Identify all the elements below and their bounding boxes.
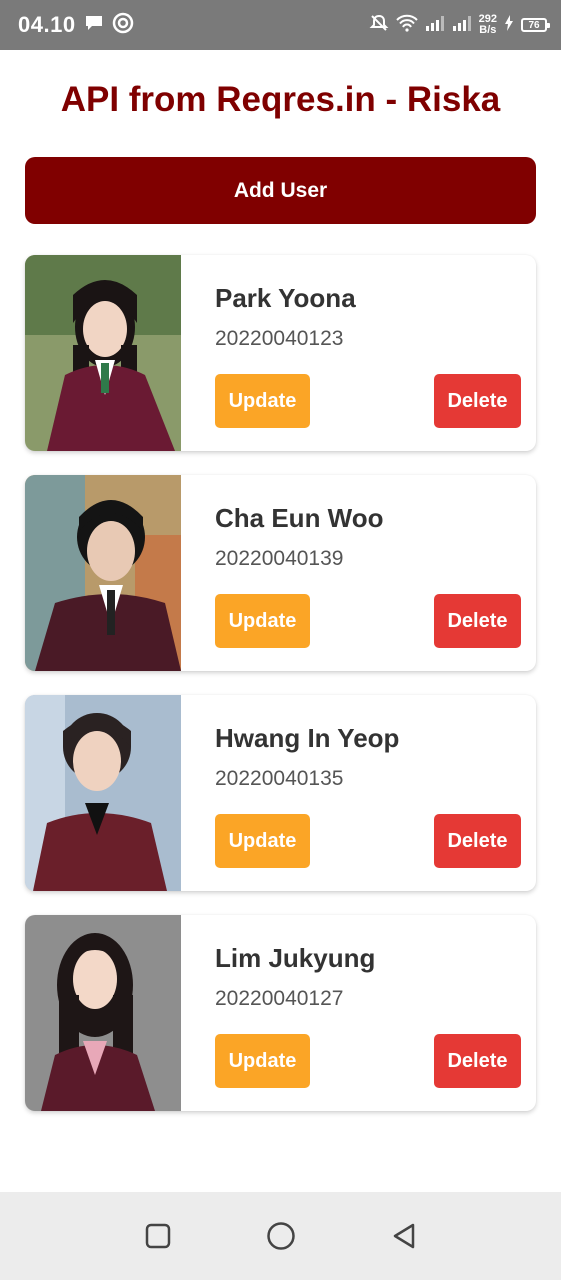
user-card: Lim Jukyung 20220040127 Update Delete [25, 915, 536, 1111]
signal-icon [425, 15, 445, 36]
user-name: Hwang In Yeop [215, 723, 400, 753]
charging-icon [504, 14, 514, 36]
user-photo [25, 255, 181, 451]
chat-notification-icon [84, 14, 104, 37]
user-name: Cha Eun Woo [215, 503, 384, 533]
update-button[interactable]: Update [215, 374, 310, 428]
circle-icon [266, 1222, 295, 1250]
recent-apps-button[interactable] [138, 1216, 178, 1256]
triangle-back-icon [393, 1223, 414, 1249]
delete-button[interactable]: Delete [434, 814, 521, 868]
signal-icon-2 [452, 15, 472, 36]
status-time: 04.10 [18, 12, 76, 37]
user-nim: 20220040139 [215, 547, 344, 570]
update-button[interactable]: Update [215, 1034, 310, 1088]
user-photo [25, 695, 181, 891]
delete-button[interactable]: Delete [434, 1034, 521, 1088]
sync-notification-icon [112, 12, 134, 39]
user-name: Park Yoona [215, 283, 356, 313]
back-button[interactable] [384, 1216, 424, 1256]
mute-notification-icon [369, 13, 389, 38]
user-nim: 20220040123 [215, 327, 344, 350]
user-nim: 20220040127 [215, 987, 344, 1010]
user-nim: 20220040135 [215, 767, 344, 790]
status-bar: 04.10 292 B/s 76 [0, 0, 561, 50]
delete-button[interactable]: Delete [434, 374, 521, 428]
update-button[interactable]: Update [215, 814, 310, 868]
battery-icon: 76 [521, 18, 550, 32]
wifi-icon [395, 14, 418, 37]
user-photo [25, 475, 181, 671]
network-speed-unit: B/s [479, 24, 497, 36]
user-card: Hwang In Yeop 20220040135 Update Delete [25, 695, 536, 891]
system-navigation-bar [0, 1192, 561, 1280]
user-card: Park Yoona 20220040123 Update Delete [25, 255, 536, 451]
user-card: Cha Eun Woo 20220040139 Update Delete [25, 475, 536, 671]
home-button[interactable] [261, 1216, 301, 1256]
user-photo [25, 915, 181, 1111]
network-speed: 292 B/s [479, 14, 497, 36]
battery-level: 76 [528, 19, 540, 31]
page-title: API from Reqres.in - Riska [60, 80, 501, 119]
user-name: Lim Jukyung [215, 943, 376, 973]
delete-button[interactable]: Delete [434, 594, 521, 648]
square-icon [145, 1223, 170, 1249]
update-button[interactable]: Update [215, 594, 310, 648]
add-user-button[interactable]: Add User [25, 157, 536, 224]
